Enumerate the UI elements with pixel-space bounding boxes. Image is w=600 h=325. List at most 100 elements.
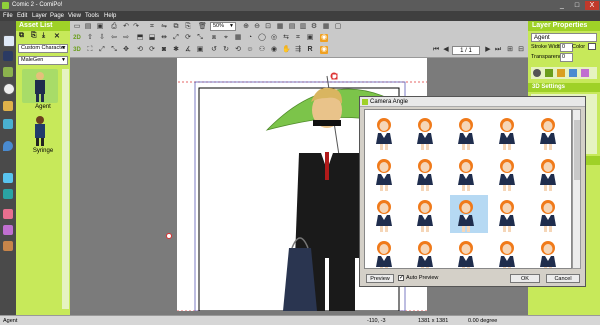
center-icon[interactable]: ⌖ xyxy=(222,34,230,42)
expand2-icon[interactable]: ⤡ xyxy=(110,46,118,54)
angle-thumbnail[interactable] xyxy=(491,236,529,268)
character-settings-icon[interactable]: ◉ xyxy=(320,46,328,54)
delete-page-icon[interactable]: ⊟ xyxy=(517,46,525,54)
preview-button[interactable]: Preview xyxy=(366,274,394,283)
menu-help[interactable]: Help xyxy=(104,13,116,19)
redo-icon[interactable]: ↷ xyxy=(132,23,140,31)
minimize-button[interactable]: _ xyxy=(555,1,569,10)
crop2-icon[interactable]: ⌗ xyxy=(294,34,302,42)
sparkle-icon[interactable] xyxy=(3,173,13,183)
eye-icon[interactable] xyxy=(533,69,541,77)
move-up-icon[interactable]: ⇧ xyxy=(86,34,94,42)
motion-icon[interactable]: ⇶ xyxy=(294,46,302,54)
expand-icon[interactable]: ⤢ xyxy=(98,46,106,54)
mirror-icon[interactable]: ⇆ xyxy=(282,34,290,42)
crop-icon[interactable]: ⌗ xyxy=(148,23,156,31)
import-icon[interactable]: ⤓ xyxy=(42,32,45,40)
lock-icon[interactable] xyxy=(557,69,565,77)
flip-icon[interactable]: ⇋ xyxy=(160,23,168,31)
angle-thumbnail[interactable] xyxy=(532,154,570,192)
angle-thumbnail[interactable] xyxy=(450,113,488,151)
hand-icon[interactable]: ✋ xyxy=(282,46,291,54)
maximize-button[interactable]: □ xyxy=(570,1,584,10)
angle-thumbnail[interactable] xyxy=(409,113,447,151)
grid2-icon[interactable]: ▦ xyxy=(234,34,242,42)
sound-effect-icon[interactable] xyxy=(3,225,13,235)
lock-icon[interactable]: ▦ xyxy=(322,23,330,31)
background-icon[interactable] xyxy=(3,67,13,77)
reset-r-icon[interactable]: R xyxy=(306,46,314,54)
asset-thumbnail-agent[interactable] xyxy=(22,69,58,103)
angle-thumbnail[interactable] xyxy=(450,154,488,192)
transparency-input[interactable]: 0 xyxy=(560,53,573,62)
rotate-ccw-icon[interactable]: ↺ xyxy=(210,46,218,54)
item-icon[interactable] xyxy=(3,119,13,129)
eye-icon[interactable]: ◉ xyxy=(270,46,278,54)
rotate-cw-icon[interactable]: ↻ xyxy=(222,46,230,54)
angle-thumbnail[interactable] xyxy=(409,236,447,268)
face-icon[interactable]: ☺ xyxy=(246,46,254,54)
menu-layer[interactable]: Layer xyxy=(32,13,47,19)
ruler-icon[interactable]: ▤ xyxy=(288,23,296,31)
rotate3d-icon[interactable]: ⟲ xyxy=(136,46,144,54)
fit-page-icon[interactable]: ⊡ xyxy=(264,23,272,31)
angle-thumbnail[interactable] xyxy=(450,195,488,233)
merge-icon[interactable] xyxy=(581,69,589,77)
auto-preview-checkbox[interactable]: ✓ xyxy=(398,275,404,281)
settings-icon[interactable]: ⚙ xyxy=(310,23,318,31)
next-page-icon[interactable]: ▶ xyxy=(484,46,492,54)
light-icon[interactable]: ✱ xyxy=(172,46,180,54)
paste-icon[interactable]: ⎘ xyxy=(31,32,37,40)
paste-layer-icon[interactable]: ⎘ xyxy=(184,23,192,31)
prev-page-icon[interactable]: ◀ xyxy=(442,46,450,54)
text-effect-icon[interactable] xyxy=(3,209,13,219)
view-icon[interactable]: ▥ xyxy=(299,23,307,31)
fit-icon[interactable]: ⤡ xyxy=(196,34,204,42)
bring-front-icon[interactable]: ⬒ xyxy=(136,34,144,42)
scale-icon[interactable]: ⧈ xyxy=(210,34,218,42)
angle-thumbnail[interactable] xyxy=(491,195,529,233)
pattern-icon[interactable] xyxy=(3,189,13,199)
category-dropdown[interactable]: Custom Character ▼ xyxy=(18,44,68,53)
angle-thumbnail[interactable] xyxy=(532,195,570,233)
angle-thumbnail[interactable] xyxy=(368,154,406,192)
copy-layer-icon[interactable]: ⧉ xyxy=(172,23,180,31)
angle-thumbnail[interactable] xyxy=(450,236,488,268)
zoom-out-icon[interactable]: ⊖ xyxy=(253,23,261,31)
menu-file[interactable]: File xyxy=(3,13,13,19)
send-back-icon[interactable]: ⬓ xyxy=(148,34,156,42)
angle-thumbnail[interactable] xyxy=(491,154,529,192)
mask-icon[interactable]: ▣ xyxy=(196,46,204,54)
angle-thumbnail[interactable] xyxy=(409,154,447,192)
box-icon[interactable] xyxy=(3,241,13,251)
highlight-icon[interactable]: ◉ xyxy=(320,34,328,42)
angle-thumbnail[interactable] xyxy=(532,236,570,268)
circle-icon[interactable]: ◯ xyxy=(258,34,266,42)
save-icon[interactable]: ▣ xyxy=(96,23,104,31)
menu-page[interactable]: Page xyxy=(50,13,64,19)
settings-3d-tab[interactable]: 3D Settings xyxy=(528,83,600,92)
angle-thumbnail[interactable] xyxy=(409,195,447,233)
grid-scrollbar[interactable] xyxy=(572,109,581,269)
effect-icon[interactable] xyxy=(3,101,13,111)
close-button[interactable]: X xyxy=(585,1,599,10)
page-indicator[interactable]: 1 / 1 xyxy=(452,46,480,55)
print-icon[interactable]: ⎙ xyxy=(110,23,118,31)
target-icon[interactable]: ◎ xyxy=(270,34,278,42)
move-left-icon[interactable]: ⇦ xyxy=(110,34,118,42)
menu-edit[interactable]: Edit xyxy=(17,13,27,19)
zoom-in-icon[interactable]: ⊕ xyxy=(242,23,250,31)
open-icon[interactable]: ▤ xyxy=(84,23,92,31)
angle-thumbnail[interactable] xyxy=(532,113,570,151)
angle-thumbnail[interactable] xyxy=(368,195,406,233)
last-page-icon[interactable]: ⏭ xyxy=(494,46,502,54)
delete-icon[interactable]: ✕ xyxy=(54,32,60,40)
clock-icon[interactable]: ◔ xyxy=(246,34,254,42)
resize-icon[interactable]: ⤢ xyxy=(172,34,180,42)
reset-icon[interactable]: ⟲ xyxy=(234,46,242,54)
character-icon[interactable] xyxy=(3,51,13,61)
new-icon[interactable]: ▭ xyxy=(73,23,81,31)
left-handle[interactable] xyxy=(166,233,172,239)
frame-icon[interactable]: ▣ xyxy=(306,34,314,42)
rotate-icon[interactable]: ⟳ xyxy=(184,34,192,42)
